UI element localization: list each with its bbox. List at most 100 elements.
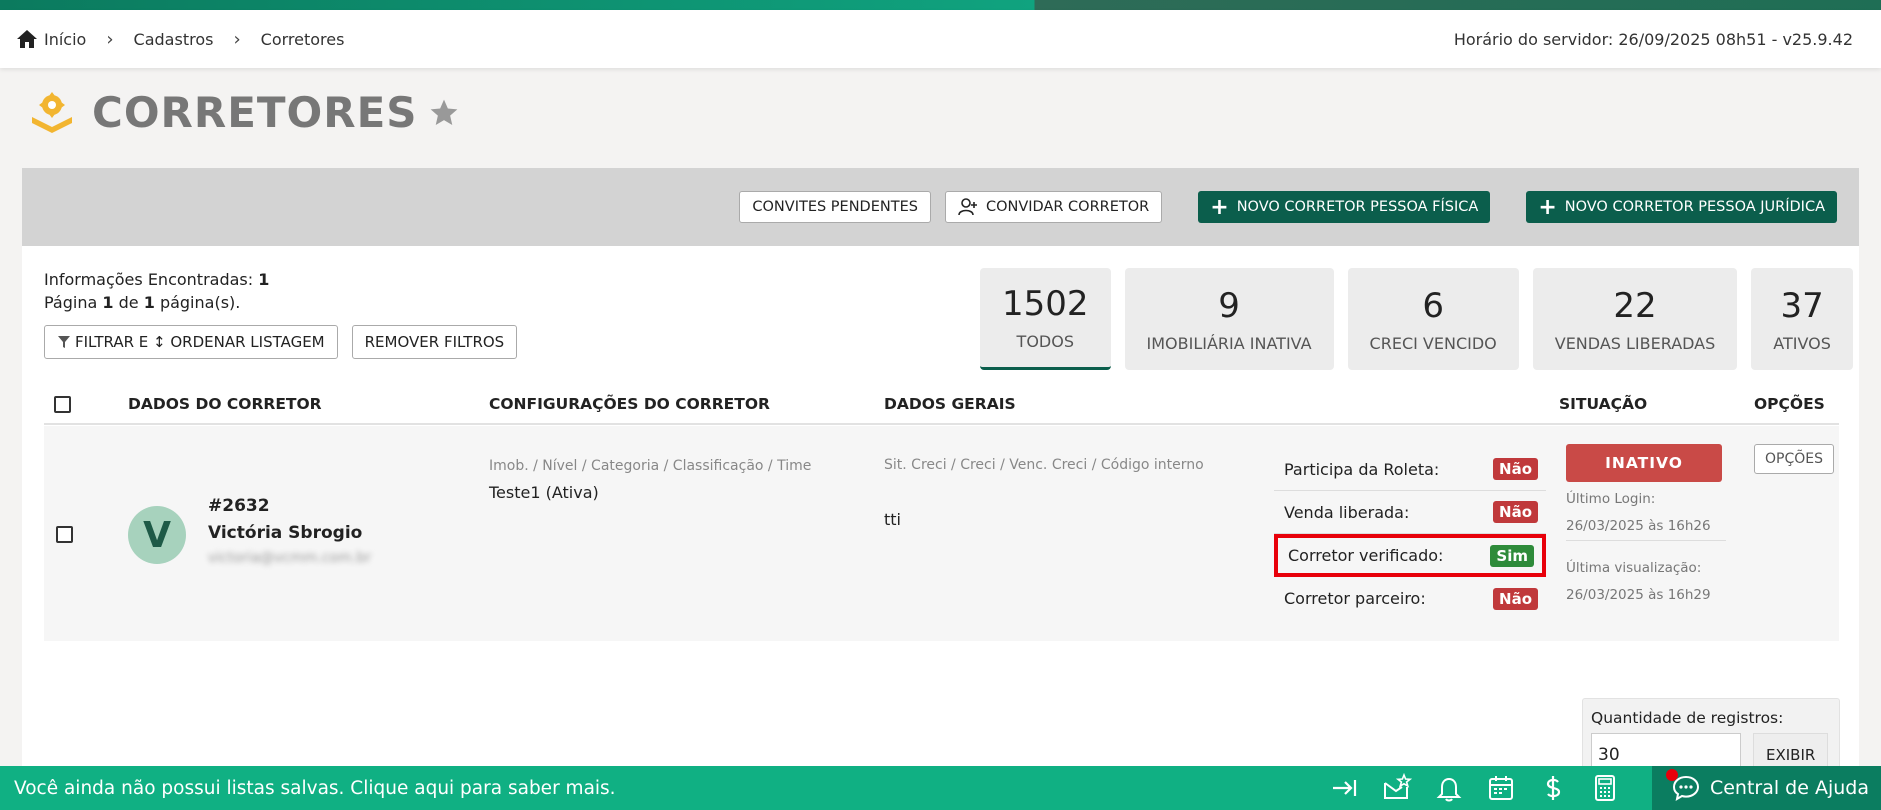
- page-label: Página: [44, 293, 98, 312]
- filter-icon: [58, 336, 70, 348]
- last-login-block: Último Login: 26/03/2025 às 16h26: [1566, 486, 1711, 540]
- plus-icon: +: [1538, 194, 1557, 220]
- header-dados-corretor: DADOS DO CORRETOR: [128, 395, 322, 413]
- stats-cards: 1502 TODOS 9 IMOBILIÁRIA INATIVA 6 CRECI…: [980, 268, 1853, 370]
- invite-broker-button[interactable]: CONVIDAR CORRETOR: [944, 191, 1163, 223]
- table-row: V #2632 Victória Sbrogio victoria@vcmm.c…: [44, 426, 1839, 641]
- stat-number: 1502: [1002, 284, 1089, 324]
- user-plus-icon: [958, 198, 977, 216]
- stat-number: 22: [1613, 285, 1657, 326]
- flag-label: Venda liberada:: [1284, 502, 1410, 522]
- broker-flags: Participa da Roleta: Não Venda liberada:…: [1274, 448, 1546, 620]
- found-label: Informações Encontradas:: [44, 270, 254, 289]
- new-broker-pj-label: NOVO CORRETOR PESSOA JURÍDICA: [1564, 199, 1825, 215]
- breadcrumb-home[interactable]: Início: [44, 30, 86, 49]
- remove-filters-button[interactable]: REMOVER FILTROS: [351, 325, 518, 359]
- calculator-icon[interactable]: [1590, 773, 1620, 803]
- flag-badge: Não: [1493, 587, 1538, 610]
- config-value: Teste1 (Ativa): [489, 483, 599, 502]
- breadcrumb-corretores: Corretores: [260, 29, 345, 49]
- divider: [1566, 540, 1726, 541]
- stat-label: TODOS: [1016, 332, 1074, 351]
- breadcrumb-cadastros[interactable]: Cadastros: [134, 30, 214, 49]
- found-count: 1: [258, 270, 270, 289]
- header-opcoes: OPÇÕES: [1754, 395, 1825, 413]
- arrow-to-right-icon[interactable]: [1330, 773, 1360, 803]
- home-icon[interactable]: [16, 29, 38, 49]
- last-view-label: Última visualização:: [1566, 560, 1702, 576]
- select-all-checkbox[interactable]: [54, 396, 71, 413]
- filter-sort-label: FILTRAR E ↕ ORDENAR LISTAGEM: [75, 333, 325, 351]
- favorite-star-icon[interactable]: [428, 97, 460, 129]
- page-total: 1: [143, 293, 155, 312]
- page-header: CORRETORES: [28, 88, 460, 137]
- gerais-label: Sit. Creci / Creci / Venc. Creci / Códig…: [884, 457, 1204, 473]
- notification-dot: [1665, 769, 1678, 781]
- filter-sort-button[interactable]: FILTRAR E ↕ ORDENAR LISTAGEM: [44, 325, 338, 359]
- stat-label: CRECI VENCIDO: [1369, 333, 1497, 353]
- panel-toolbar: CONVITES PENDENTES CONVIDAR CORRETOR + N…: [22, 168, 1859, 246]
- help-center-label: Central de Ajuda: [1709, 777, 1869, 799]
- last-login-label: Último Login:: [1566, 491, 1656, 507]
- last-login-value: 26/03/2025 às 16h26: [1566, 518, 1711, 534]
- last-view-block: Última visualização: 26/03/2025 às 16h29: [1566, 555, 1711, 609]
- row-checkbox[interactable]: [56, 526, 73, 543]
- flag-corretor-verificado: Corretor verificado: Sim: [1274, 534, 1546, 577]
- mail-star-icon[interactable]: [1382, 773, 1412, 803]
- page-suffix: página(s).: [159, 293, 241, 312]
- header-dados-gerais: DADOS GERAIS: [884, 395, 1016, 413]
- flag-venda-liberada: Venda liberada: Não: [1274, 491, 1546, 534]
- flag-badge: Não: [1493, 458, 1538, 480]
- corretores-gear-icon: [32, 91, 72, 133]
- status-badge[interactable]: INATIVO: [1566, 444, 1722, 482]
- page-number: 1: [102, 293, 114, 312]
- top-bar: Início › Cadastros › Corretores Horário …: [0, 10, 1881, 68]
- stat-card-vendas-liberadas[interactable]: 22 VENDAS LIBERADAS: [1532, 268, 1738, 370]
- flag-label: Participa da Roleta:: [1284, 459, 1440, 479]
- stat-card-ativos[interactable]: 37 ATIVOS: [1751, 268, 1853, 370]
- stat-number: 37: [1780, 285, 1824, 326]
- gerais-value: tti: [884, 510, 901, 529]
- stat-label: IMOBILIÁRIA INATIVA: [1146, 333, 1312, 353]
- page-of: de: [118, 293, 139, 312]
- header-configuracoes: CONFIGURAÇÕES DO CORRETOR: [489, 395, 770, 413]
- stat-label: VENDAS LIBERADAS: [1554, 333, 1716, 353]
- stat-card-creci-vencido[interactable]: 6 CRECI VENCIDO: [1347, 268, 1519, 370]
- new-broker-pf-button[interactable]: + NOVO CORRETOR PESSOA FÍSICA: [1198, 191, 1491, 223]
- broker-name[interactable]: Victória Sbrogio: [208, 523, 362, 543]
- new-broker-pf-label: NOVO CORRETOR PESSOA FÍSICA: [1236, 199, 1479, 215]
- row-options-button[interactable]: OPÇÕES: [1754, 444, 1834, 474]
- flag-badge: Não: [1493, 501, 1538, 523]
- stat-card-imobiliaria-inativa[interactable]: 9 IMOBILIÁRIA INATIVA: [1124, 268, 1334, 370]
- help-center-button[interactable]: Central de Ajuda: [1651, 766, 1881, 810]
- top-accent-strip: [0, 0, 1881, 10]
- footer-bar: Você ainda não possui listas salvas. Cli…: [0, 766, 1881, 810]
- config-label: Imob. / Nível / Categoria / Classificaçã…: [489, 458, 812, 474]
- calendar-icon[interactable]: [1486, 773, 1516, 803]
- dollar-icon[interactable]: [1538, 773, 1568, 803]
- chevron-right-icon: ›: [233, 28, 241, 50]
- results-info: Informações Encontradas: 1 Página 1 de 1…: [44, 268, 269, 314]
- flag-corretor-parceiro: Corretor parceiro: Não: [1274, 577, 1546, 620]
- new-broker-pj-button[interactable]: + NOVO CORRETOR PESSOA JURÍDICA: [1526, 191, 1837, 223]
- flag-badge: Sim: [1490, 544, 1534, 567]
- broker-email: victoria@vcmm.com.br: [208, 550, 371, 566]
- records-label: Quantidade de registros:: [1591, 709, 1784, 727]
- invite-broker-label: CONVIDAR CORRETOR: [985, 199, 1150, 215]
- stat-number: 9: [1218, 285, 1240, 326]
- stat-card-todos[interactable]: 1502 TODOS: [980, 268, 1111, 370]
- bell-icon[interactable]: [1434, 773, 1464, 803]
- chevron-right-icon: ›: [106, 28, 114, 50]
- saved-lists-message[interactable]: Você ainda não possui listas salvas. Cli…: [14, 778, 616, 799]
- breadcrumb: Início › Cadastros › Corretores: [16, 29, 344, 50]
- server-time: Horário do servidor: 26/09/2025 08h51 - …: [1453, 29, 1853, 49]
- plus-icon: +: [1210, 194, 1229, 220]
- broker-id[interactable]: #2632: [208, 496, 270, 516]
- flag-roleta: Participa da Roleta: Não: [1274, 448, 1546, 491]
- avatar: V: [128, 506, 186, 564]
- page-title: CORRETORES: [92, 88, 418, 137]
- flag-label: Corretor parceiro:: [1284, 589, 1426, 608]
- header-situacao: SITUAÇÃO: [1559, 395, 1648, 413]
- pending-invites-button[interactable]: CONVITES PENDENTES: [739, 191, 931, 223]
- filter-row: FILTRAR E ↕ ORDENAR LISTAGEM REMOVER FIL…: [44, 325, 518, 359]
